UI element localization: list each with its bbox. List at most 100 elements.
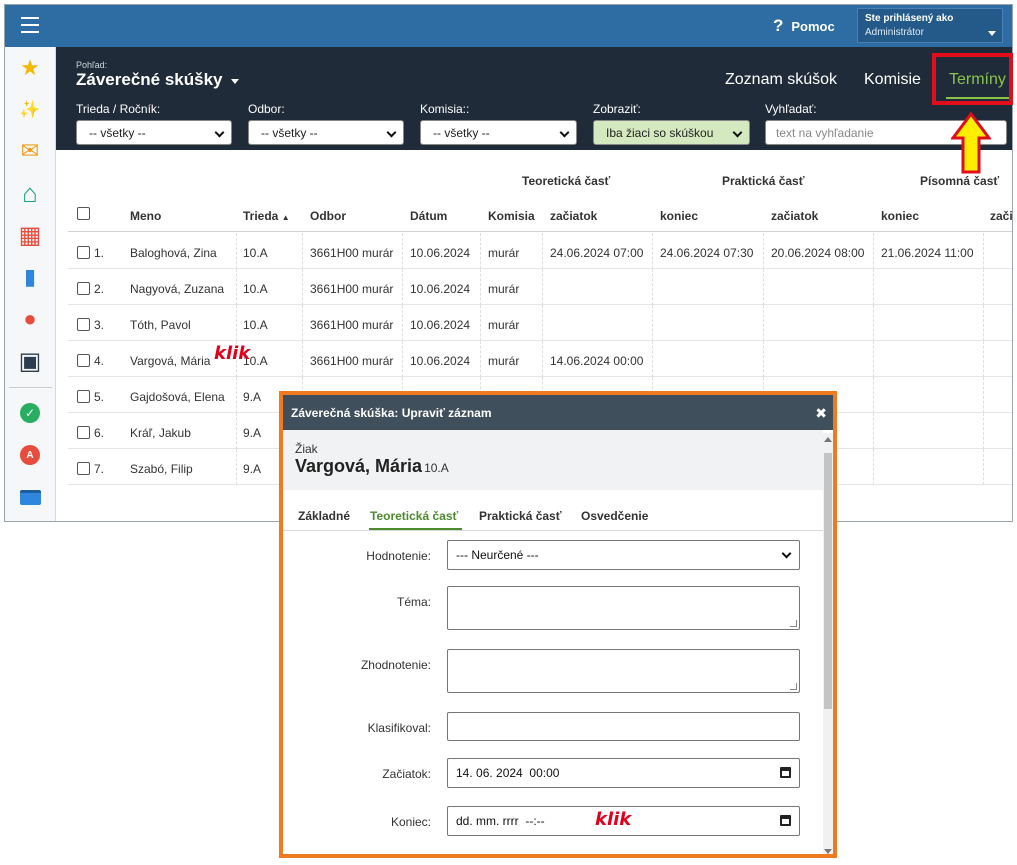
tabs-divider bbox=[283, 530, 823, 531]
highlight-box bbox=[932, 53, 1013, 105]
chevron-down-icon bbox=[988, 31, 996, 36]
sidebar-divider bbox=[9, 387, 52, 388]
koniec-label: Koniec: bbox=[390, 815, 431, 829]
cell-date: 10.06.2024 bbox=[410, 318, 471, 332]
view-selector[interactable]: Záverečné skúšky bbox=[76, 70, 239, 90]
scroll-down-icon[interactable] bbox=[824, 849, 832, 854]
cell-name[interactable]: Baloghová, Zina bbox=[130, 233, 217, 269]
modal-scrollbar[interactable] bbox=[823, 433, 833, 854]
row-checkbox[interactable] bbox=[77, 246, 90, 259]
filter-trieda-select[interactable]: -- všetky -- bbox=[76, 120, 232, 145]
cell-divider bbox=[542, 341, 543, 377]
tab-osvedcenie[interactable]: Osvedčenie bbox=[581, 509, 648, 523]
cell-divider bbox=[652, 341, 653, 377]
scrollbar-thumb[interactable] bbox=[824, 453, 832, 709]
col-teor-koniec[interactable]: koniec bbox=[660, 209, 698, 223]
tab-prakticka[interactable]: Praktická časť bbox=[479, 509, 561, 523]
cell-name[interactable]: Szabó, Filip bbox=[130, 449, 193, 485]
resize-handle-icon[interactable] bbox=[790, 620, 797, 627]
cell-class: 10.A bbox=[243, 282, 268, 296]
col-meno[interactable]: Meno bbox=[130, 209, 161, 223]
table-row[interactable]: 3. Tóth, Pavol 10.A 3661H00 murár 10.06.2024… bbox=[68, 305, 1012, 341]
cell-divider bbox=[763, 341, 764, 377]
cell-divider bbox=[873, 449, 874, 485]
cell-name[interactable]: Nagyová, Zuzana bbox=[130, 269, 224, 305]
row-number: 3. bbox=[94, 318, 105, 332]
calendar-grid-icon[interactable]: ▦ bbox=[18, 222, 42, 249]
menu-icon[interactable] bbox=[21, 17, 39, 33]
col-prak-koniec[interactable]: koniec bbox=[881, 209, 919, 223]
up-arrow-icon bbox=[951, 112, 991, 174]
nav-zoznam-skusok[interactable]: Zoznam skúšok bbox=[725, 71, 837, 89]
calendar-icon[interactable] bbox=[780, 815, 791, 826]
row-checkbox[interactable] bbox=[77, 390, 90, 403]
col-datum[interactable]: Dátum bbox=[410, 209, 447, 223]
col-trieda[interactable]: Trieda ▲ bbox=[243, 209, 290, 223]
row-checkbox[interactable] bbox=[77, 462, 90, 475]
user-icon[interactable]: ● bbox=[18, 306, 42, 331]
klasifikoval-input[interactable] bbox=[447, 712, 800, 741]
klik-annotation-row: klik bbox=[214, 343, 251, 364]
cell-comm: murár bbox=[488, 282, 520, 296]
cell-p_end: 21.06.2024 11:00 bbox=[881, 246, 974, 260]
col-teor-zaciatok[interactable]: začiatok bbox=[550, 209, 597, 223]
cell-name[interactable]: Tóth, Pavol bbox=[130, 305, 191, 341]
row-checkbox[interactable] bbox=[77, 426, 90, 439]
cell-comm: murár bbox=[488, 246, 520, 260]
magic-wand-icon[interactable]: ✨ bbox=[18, 98, 42, 122]
star-icon[interactable]: ★ bbox=[18, 55, 42, 80]
col-pis-zaciatok[interactable]: zači bbox=[990, 209, 1012, 223]
filter-zobrazit-select[interactable]: Iba žiaci so skúškou bbox=[593, 120, 750, 145]
filter-komisia-select[interactable]: -- všetky -- bbox=[420, 120, 577, 145]
grade-icon[interactable]: A bbox=[20, 445, 40, 465]
zaciatok-value: 14. 06. 2024 00:00 bbox=[456, 766, 560, 780]
zaciatok-datetime-input[interactable]: 14. 06. 2024 00:00 bbox=[447, 758, 800, 788]
group-prakticka: Praktická časť bbox=[722, 174, 805, 188]
resize-handle-icon[interactable] bbox=[790, 683, 797, 690]
tab-zakladne[interactable]: Základné bbox=[298, 509, 350, 523]
col-odbor[interactable]: Odbor bbox=[310, 209, 346, 223]
nav-komisie[interactable]: Komisie bbox=[864, 71, 921, 89]
book-icon[interactable]: ▮ bbox=[18, 264, 42, 289]
col-trieda-label: Trieda bbox=[243, 209, 279, 223]
table-row[interactable]: 1. Baloghová, Zina 10.A 3661H00 murár 10.06.… bbox=[68, 233, 1012, 269]
cell-class: 10.A bbox=[243, 246, 268, 260]
cell-name[interactable]: Kráľ, Jakub bbox=[130, 413, 191, 449]
cell-divider bbox=[302, 233, 303, 269]
cell-t_end: 24.06.2024 07:30 bbox=[660, 246, 754, 260]
user-menu[interactable]: Ste prihlásený ako Administrátor bbox=[857, 8, 1003, 43]
envelope-icon[interactable]: ✉ bbox=[18, 138, 42, 163]
close-icon[interactable]: ✖ bbox=[815, 405, 827, 422]
tab-teoreticka[interactable]: Teoretická časť bbox=[370, 509, 458, 523]
col-prak-zaciatok[interactable]: začiatok bbox=[771, 209, 818, 223]
table-row[interactable]: 2. Nagyová, Zuzana 10.A 3661H00 murár 10.06.… bbox=[68, 269, 1012, 305]
filter-odbor-value: -- všetky -- bbox=[261, 126, 318, 140]
row-number: 6. bbox=[94, 426, 105, 440]
check-circle-icon[interactable]: ✓ bbox=[20, 403, 40, 423]
cell-field: 3661H00 murár bbox=[310, 246, 394, 260]
table-row[interactable]: 4. Vargová, Mária 10.A 3661H00 murár 10.06.2… bbox=[68, 341, 1012, 377]
row-checkbox[interactable] bbox=[77, 282, 90, 295]
col-komisia[interactable]: Komisia bbox=[488, 209, 535, 223]
cell-divider bbox=[402, 305, 403, 341]
edit-record-modal: Záverečná skúška: Upraviť záznam ✖ Žiak … bbox=[279, 391, 837, 858]
help-button[interactable]: ? Pomoc bbox=[773, 16, 835, 36]
row-checkbox[interactable] bbox=[77, 354, 90, 367]
briefcase-icon[interactable] bbox=[19, 489, 41, 505]
student-label: Žiak bbox=[295, 442, 318, 456]
cell-name[interactable]: Gajdošová, Elena bbox=[130, 377, 225, 413]
cell-name[interactable]: Vargová, Mária bbox=[130, 341, 210, 377]
select-all-checkbox[interactable] bbox=[77, 207, 90, 220]
calendar-icon[interactable] bbox=[780, 767, 791, 778]
school-icon[interactable]: ⌂ bbox=[18, 178, 42, 208]
filter-odbor-select[interactable]: -- všetky -- bbox=[248, 120, 404, 145]
hodnotenie-select[interactable]: --- Neurčené --- bbox=[447, 540, 800, 570]
row-number: 7. bbox=[94, 462, 105, 476]
scroll-up-icon[interactable] bbox=[824, 437, 832, 442]
row-checkbox[interactable] bbox=[77, 318, 90, 331]
schedule-icon[interactable]: ▣ bbox=[18, 348, 42, 375]
zhodnotenie-textarea[interactable] bbox=[447, 649, 800, 693]
tema-textarea[interactable] bbox=[447, 586, 800, 630]
chevron-down-icon bbox=[386, 127, 397, 138]
cell-divider bbox=[542, 269, 543, 305]
